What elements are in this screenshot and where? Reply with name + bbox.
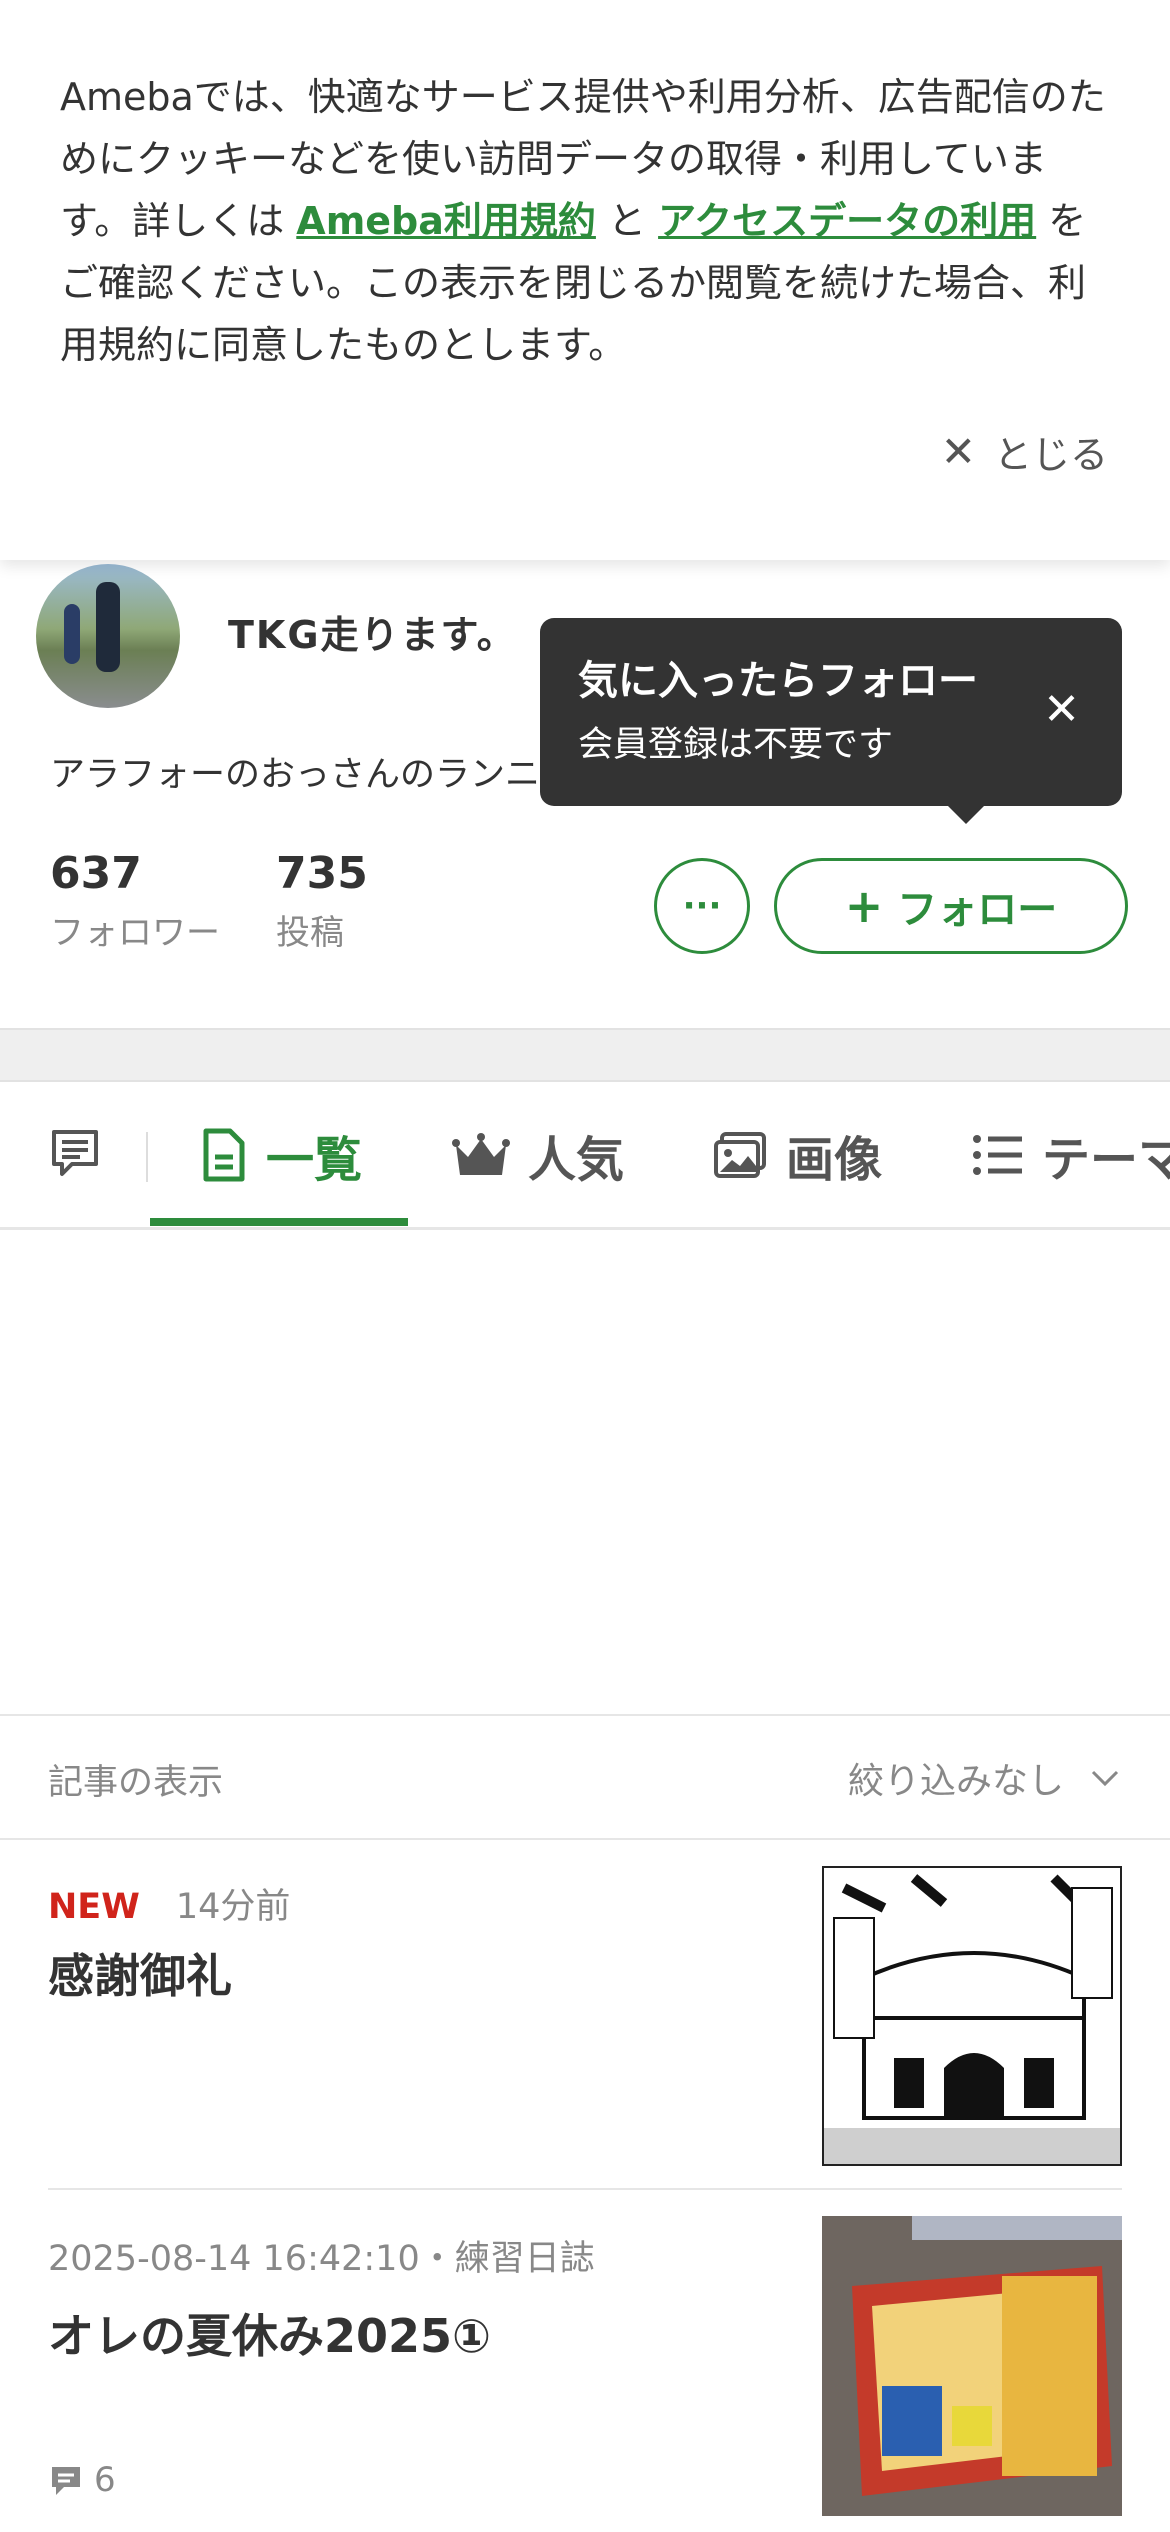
tooltip-subtitle: 会員登録は不要です [578,725,894,765]
comment-count[interactable]: 6 [48,2460,116,2500]
filter-dropdown[interactable]: 絞り込みなし [848,1752,1120,1804]
cookie-notice-text: Amebaでは、快適なサービス提供や利用分析、広告配信のためにクッキーなどを使い… [60,66,1110,376]
posts-count: 735 [276,848,368,899]
followers-stat[interactable]: 637 フォロワー [50,848,220,954]
noodle-package-image [822,2216,1122,2516]
tab-images-label: 画像 [786,1132,883,1188]
tab-popular-label: 人気 [528,1132,625,1188]
article-meta: NEW 14分前 [48,1878,290,1929]
tab-list-label: 一覧 [266,1132,363,1188]
posts-label: 投稿 [276,913,344,953]
article-item[interactable]: 2025-08-14 16:42:10・練習日誌 オレの夏休み2025① 6 [48,2192,1122,2532]
follow-button[interactable]: + フォロー [774,858,1128,954]
cookie-banner: Amebaでは、快適なサービス提供や利用分析、広告配信のためにクッキーなどを使い… [0,0,1170,560]
article-filter-row: 記事の表示 絞り込みなし [0,1714,1170,1840]
article-title[interactable]: オレの夏休み2025① [48,2300,491,2366]
more-options-button[interactable]: ··· [654,858,750,954]
article-item[interactable]: NEW 14分前 感謝御礼 [48,1842,1122,2190]
avatar-figure-back [64,604,80,664]
tooltip-arrow [948,806,984,824]
tab-list[interactable]: 一覧 [200,1120,362,1190]
article-meta: 2025-08-14 16:42:10・練習日誌 [48,2239,595,2279]
tab-bar: 一覧 人気 画像 テーマ [0,1082,1170,1230]
article-time: 14分前 [175,1887,291,1927]
access-data-link[interactable]: アクセスデータの利用 [658,199,1036,243]
posts-stat: 735 投稿 [276,848,368,954]
list-icon [973,1135,1022,1175]
active-tab-indicator [150,1218,408,1226]
manga-thumbnail-image [824,1868,1120,2164]
followers-count: 637 [50,848,142,899]
avatar[interactable] [36,564,180,708]
blog-title[interactable]: TKG走ります。 [228,604,517,659]
cookie-close-button[interactable]: ✕ とじる [941,424,1108,479]
tab-themes-label: テーマ [1042,1132,1170,1188]
chevron-down-icon [1091,1770,1119,1787]
follow-label: フォロー [897,887,1058,933]
comment-icon [52,2467,80,2495]
tooltip-close-icon[interactable]: ✕ [1043,684,1080,735]
image-icon [714,1132,766,1178]
blog-description: アラフォーのおっさんのランニング [50,755,550,795]
filter-label: 記事の表示 [48,1763,224,1803]
article-thumbnail[interactable] [822,1866,1122,2166]
tab-feed[interactable] [48,1126,102,1180]
comment-list-icon [52,1130,98,1176]
avatar-figure-front [96,582,120,672]
comment-count-value: 6 [94,2460,116,2500]
tab-themes[interactable]: テーマ [972,1120,1170,1190]
tab-popular[interactable]: 人気 [452,1120,624,1190]
followers-label: フォロワー [50,913,220,953]
filter-selected-value: 絞り込みなし [847,1761,1064,1802]
close-icon: ✕ [940,427,976,476]
tooltip-title: 気に入ったらフォロー [578,658,978,704]
follow-tooltip: 気に入ったらフォロー 会員登録は不要です ✕ [540,618,1122,824]
tab-separator [146,1132,148,1182]
more-icon: ··· [682,886,722,926]
article-title[interactable]: 感謝御礼 [48,1940,232,2006]
article-thumbnail[interactable] [822,2216,1122,2516]
cookie-close-label: とじる [993,433,1108,477]
new-badge: NEW [48,1887,140,1927]
crown-icon [452,1133,510,1175]
plus-icon: + [844,879,884,933]
document-icon [203,1128,245,1182]
tab-images[interactable]: 画像 [712,1120,882,1190]
terms-link[interactable]: Ameba利用規約 [296,199,596,243]
cookie-text-and: と [595,199,659,243]
section-divider [0,1028,1170,1082]
